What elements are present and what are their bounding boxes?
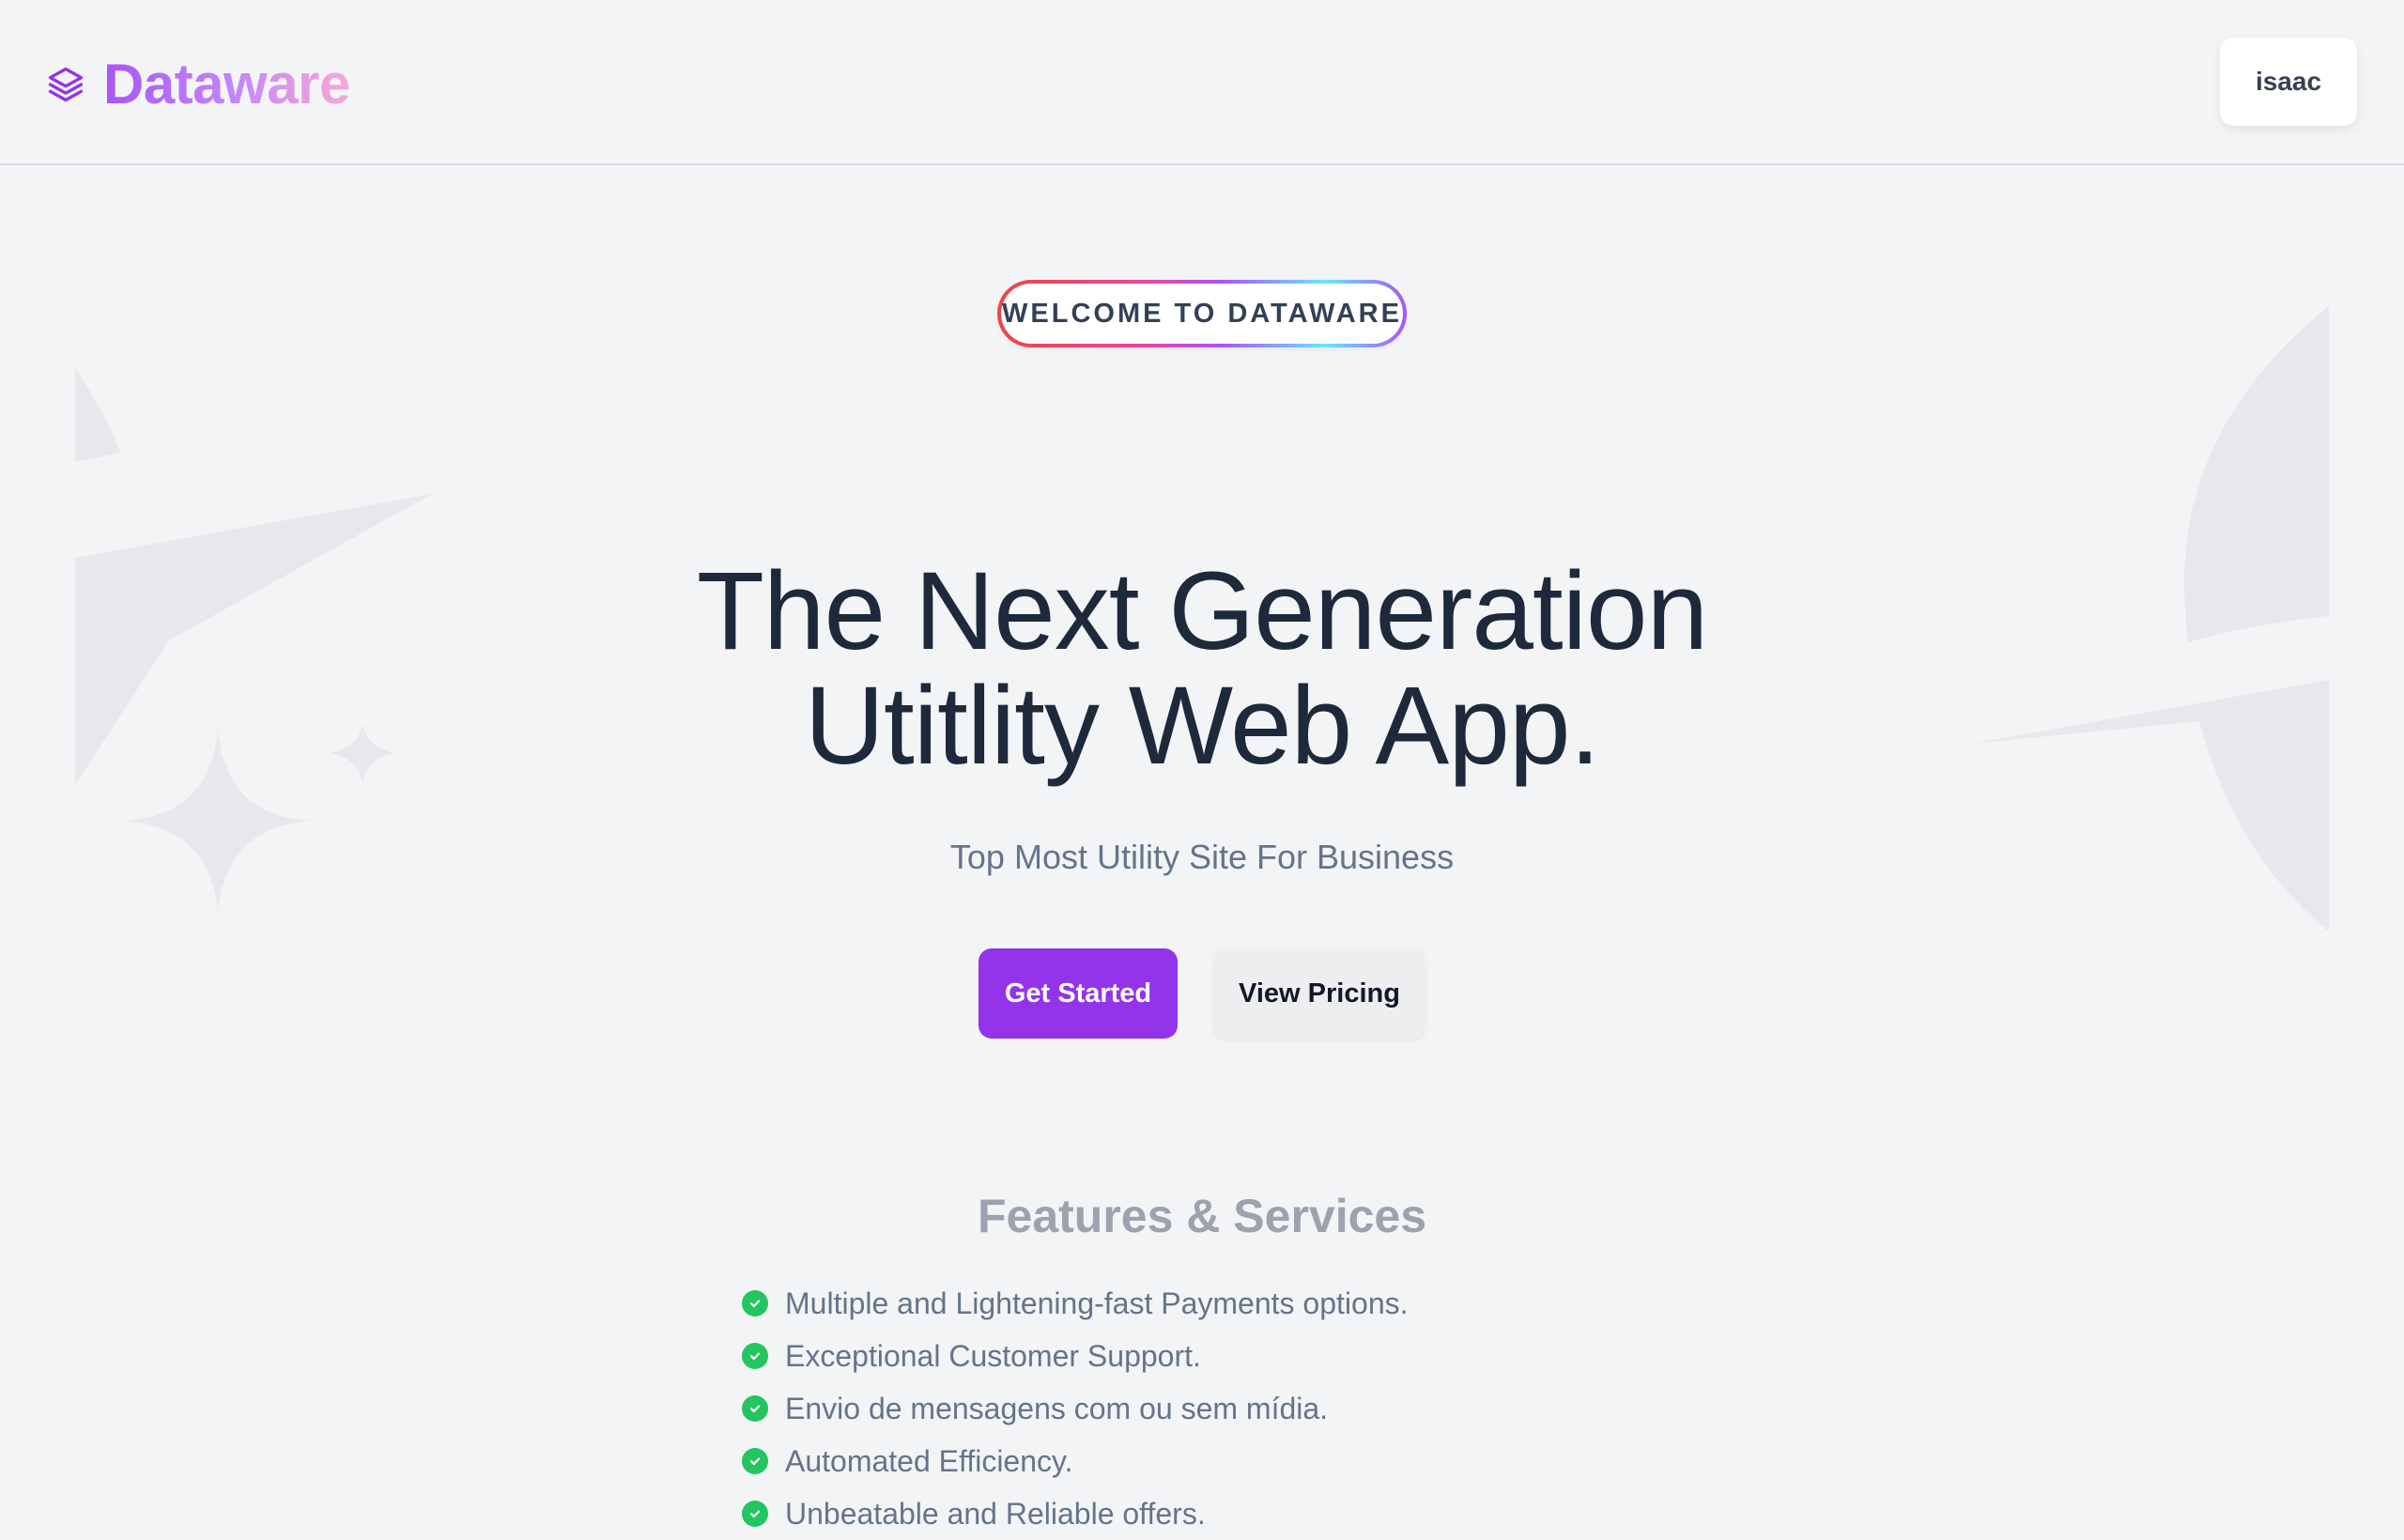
list-item: Exceptional Customer Support. [742,1330,1409,1382]
hero-headline-line-2: Utitlity Web App. [804,664,1601,788]
check-circle-icon [742,1343,768,1369]
features-list: Multiple and Lightening-fast Payments op… [742,1277,1409,1540]
top-navbar: Dataware isaac [0,0,2404,165]
check-circle-icon [742,1501,768,1527]
hero-subtitle: Top Most Utility Site For Business [949,838,1455,876]
feature-label: Exceptional Customer Support. [785,1338,1201,1373]
feature-label: Automated Efficiency. [785,1443,1073,1478]
hero-headline-line-1: The Next Generation [696,549,1708,673]
layers-icon [45,64,86,105]
list-item: Envio de mensagens com ou sem mídia. [742,1382,1409,1435]
user-menu-button[interactable]: isaac [2220,38,2357,126]
check-circle-icon [742,1290,768,1317]
brand-logo[interactable]: Dataware [45,49,350,120]
check-circle-icon [742,1448,768,1474]
brand-name: Dataware [103,53,350,116]
feature-label: Unbeatable and Reliable offers. [785,1496,1206,1531]
feature-label: Multiple and Lightening-fast Payments op… [785,1286,1409,1320]
welcome-badge: WELCOME TO DATAWARE [997,280,1407,347]
hero-headline: The Next Generation Utitlity Web App. [0,554,2404,783]
check-circle-icon [742,1395,768,1422]
features-title: Features & Services [977,1190,1427,1242]
list-item: Multiple and Lightening-fast Payments op… [742,1277,1409,1330]
view-pricing-button[interactable]: View Pricing [1213,948,1425,1039]
get-started-button[interactable]: Get Started [979,948,1178,1039]
list-item: Unbeatable and Reliable offers. [742,1487,1409,1540]
list-item: Automated Efficiency. [742,1435,1409,1487]
feature-label: Envio de mensagens com ou sem mídia. [785,1391,1329,1425]
welcome-badge-label: WELCOME TO DATAWARE [1001,284,1403,344]
